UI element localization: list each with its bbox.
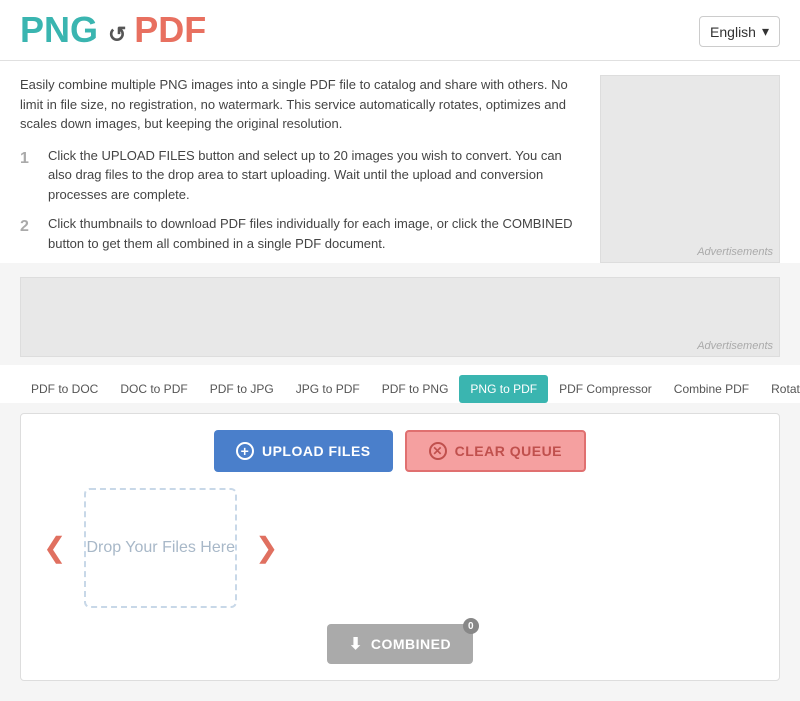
nav-tab-jpg-to-pdf[interactable]: JPG to PDF: [285, 375, 371, 403]
step-2: 2 Click thumbnails to download PDF files…: [20, 214, 580, 253]
nav-tab-combine-pdf[interactable]: Combine PDF: [663, 375, 760, 403]
arrow-left[interactable]: ❮: [37, 530, 72, 566]
chevron-down-icon: ▾: [762, 23, 769, 40]
drop-zone[interactable]: Drop Your Files Here: [84, 488, 237, 608]
step-1-number: 1: [20, 147, 36, 171]
ad-label-banner: Advertisements: [697, 340, 773, 352]
arrow-right[interactable]: ❯: [249, 530, 284, 566]
nav-tab-pdf-compressor[interactable]: PDF Compressor: [548, 375, 663, 403]
combined-area: ⬇ COMBINED 0: [37, 624, 763, 664]
nav-tab-pdf-to-png[interactable]: PDF to PNG: [371, 375, 460, 403]
nav-tab-pdf-to-jpg[interactable]: PDF to JPG: [199, 375, 285, 403]
nav-tab-png-to-pdf[interactable]: PNG to PDF: [459, 375, 548, 403]
step-1-text: Click the UPLOAD FILES button and select…: [48, 146, 580, 205]
header: PNG ↺ PDF English ▾: [0, 0, 800, 61]
description-area: Easily combine multiple PNG images into …: [0, 61, 800, 263]
logo-pdf: PDF: [134, 9, 206, 50]
plus-icon: +: [236, 442, 254, 460]
combined-badge: 0: [463, 618, 479, 634]
language-selector[interactable]: English ▾: [699, 16, 780, 47]
combined-label: COMBINED: [371, 636, 451, 652]
combined-button[interactable]: ⬇ COMBINED 0: [327, 624, 473, 664]
clear-label: CLEAR QUEUE: [455, 443, 562, 459]
x-icon: ✕: [429, 442, 447, 460]
download-icon: ⬇: [349, 634, 363, 654]
logo-icon: ↺: [108, 24, 126, 46]
description-text: Easily combine multiple PNG images into …: [20, 75, 580, 263]
nav-tab-rotate-pdf[interactable]: Rotate PDF: [760, 375, 800, 403]
nav-tab-pdf-to-doc[interactable]: PDF to DOC: [20, 375, 109, 403]
upload-button[interactable]: + UPLOAD FILES: [214, 430, 393, 472]
ad-label-right: Advertisements: [697, 246, 773, 258]
logo: PNG ↺ PDF: [20, 12, 206, 48]
intro-text: Easily combine multiple PNG images into …: [20, 75, 580, 134]
steps: 1 Click the UPLOAD FILES button and sele…: [20, 146, 580, 254]
nav-tabs: PDF to DOCDOC to PDFPDF to JPGJPG to PDF…: [0, 365, 800, 403]
upload-label: UPLOAD FILES: [262, 443, 371, 459]
ad-banner: Advertisements: [20, 277, 780, 357]
step-2-number: 2: [20, 215, 36, 239]
language-label: English: [710, 24, 756, 40]
nav-tab-doc-to-pdf[interactable]: DOC to PDF: [109, 375, 198, 403]
step-1: 1 Click the UPLOAD FILES button and sele…: [20, 146, 580, 205]
ad-box-right: Advertisements: [600, 75, 780, 263]
tool-area: + UPLOAD FILES ✕ CLEAR QUEUE ❮ Drop Your…: [20, 413, 780, 681]
carousel-wrapper: ❮ Drop Your Files Here ❯: [37, 488, 763, 608]
logo-to: ↺: [108, 17, 134, 48]
tool-buttons: + UPLOAD FILES ✕ CLEAR QUEUE: [37, 430, 763, 472]
clear-button[interactable]: ✕ CLEAR QUEUE: [405, 430, 586, 472]
logo-png: PNG: [20, 9, 98, 50]
drop-label: Drop Your Files Here: [86, 539, 235, 557]
step-2-text: Click thumbnails to download PDF files i…: [48, 214, 580, 253]
